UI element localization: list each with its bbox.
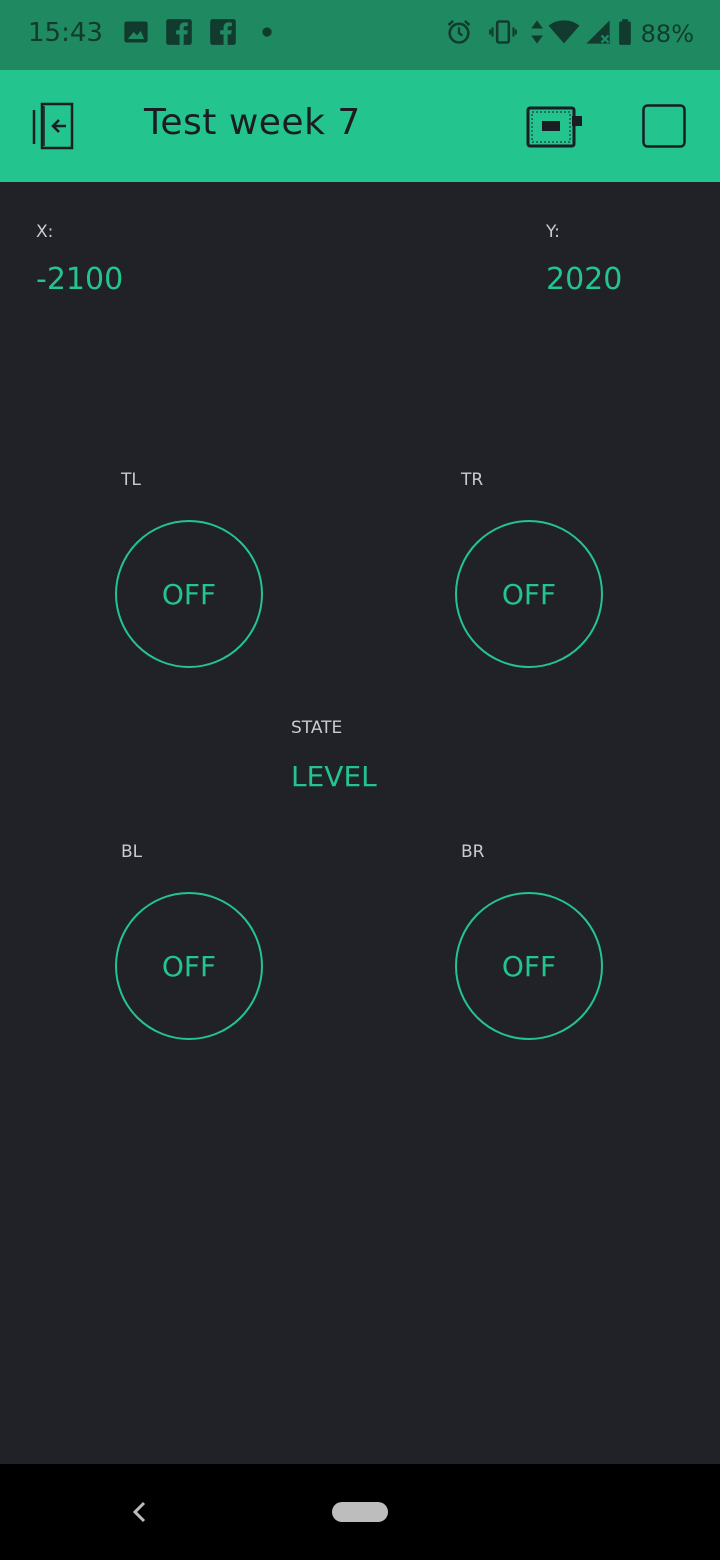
bl-label: BL — [121, 842, 143, 862]
state-label: STATE — [291, 718, 343, 738]
dot-icon — [262, 27, 272, 37]
alarm-icon — [447, 19, 471, 44]
signal-icon — [586, 20, 610, 44]
y-label: Y: — [546, 222, 560, 242]
image-icon — [124, 21, 148, 43]
facebook-icon — [210, 19, 236, 45]
tl-label: TL — [121, 470, 141, 490]
tl-button-state: OFF — [161, 577, 217, 611]
bl-button-state: OFF — [161, 949, 217, 983]
br-button-state: OFF — [501, 949, 557, 983]
status-bar: 15:43 88% — [0, 0, 720, 70]
battery-icon — [619, 19, 631, 45]
br-button[interactable]: OFF — [455, 892, 603, 1040]
x-value: -2100 — [36, 262, 124, 297]
battery-percent: 88% — [640, 20, 694, 48]
tr-label: TR — [461, 470, 484, 490]
page-title: Test week 7 — [144, 102, 361, 143]
state-value: LEVEL — [291, 760, 377, 793]
status-time: 15:43 — [28, 18, 103, 48]
br-label: BR — [461, 842, 485, 862]
tl-button[interactable]: OFF — [115, 520, 263, 668]
stop-square-icon[interactable] — [642, 104, 686, 148]
facebook-icon — [166, 19, 192, 45]
exit-icon[interactable] — [30, 102, 82, 152]
tr-button-state: OFF — [501, 577, 557, 611]
y-value: 2020 — [546, 262, 623, 297]
data-arrows-icon — [531, 20, 543, 44]
tr-button[interactable]: OFF — [455, 520, 603, 668]
bl-button[interactable]: OFF — [115, 892, 263, 1040]
device-board-icon[interactable] — [526, 106, 584, 148]
navigation-bar — [0, 1464, 720, 1560]
home-pill-button[interactable] — [332, 1502, 388, 1522]
vibrate-icon — [489, 20, 517, 44]
back-icon[interactable] — [126, 1498, 154, 1526]
x-label: X: — [36, 222, 54, 242]
app-bar: Test week 7 — [0, 70, 720, 182]
wifi-icon — [548, 20, 580, 44]
